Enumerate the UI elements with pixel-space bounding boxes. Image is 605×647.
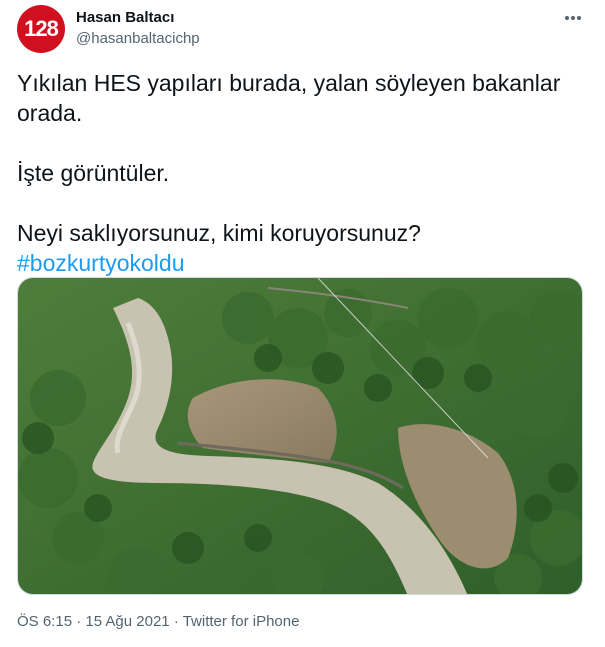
tweet-time[interactable]: ÖS 6:15 (17, 613, 72, 630)
aerial-landslide-photo (18, 278, 582, 594)
tweet-card: 128 Hasan Baltacı @hasanbaltacichp Yıkıl… (0, 0, 605, 647)
author-name[interactable]: Hasan Baltacı (76, 9, 174, 26)
tweet-media-image[interactable] (17, 277, 583, 595)
tweet-text: Yıkılan HES yapıları burada, yalan söyle… (17, 68, 587, 278)
author-handle[interactable]: @hasanbaltacichp (76, 30, 200, 47)
hashtag-link[interactable]: #bozkurtyokoldu (17, 250, 185, 276)
tweet-source[interactable]: Twitter for iPhone (183, 613, 300, 630)
tweet-meta: ÖS 6:15 · 15 Ağu 2021 · Twitter for iPho… (17, 613, 299, 630)
meta-separator: · (169, 613, 183, 630)
tweet-line-3: Neyi saklıyorsunuz, kimi koruyorsunuz? (17, 220, 421, 246)
avatar[interactable]: 128 (17, 5, 65, 53)
tweet-line-1: Yıkılan HES yapıları burada, yalan söyle… (17, 70, 561, 126)
tweet-line-2: İşte görüntüler. (17, 160, 170, 186)
more-dots-icon[interactable] (562, 9, 584, 27)
avatar-text: 128 (24, 16, 59, 41)
meta-separator: · (72, 613, 86, 630)
tweet-date[interactable]: 15 Ağu 2021 (85, 613, 169, 630)
